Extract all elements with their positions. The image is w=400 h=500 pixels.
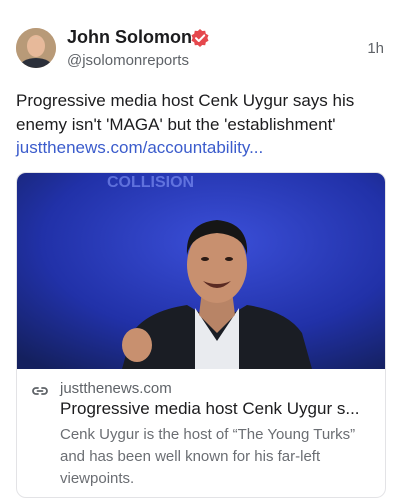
link-preview-card[interactable]: COLLISION justthenews.com Progressive me…: [16, 172, 386, 498]
post-text: Progressive media host Cenk Uygur says h…: [16, 91, 355, 134]
post-timestamp: 1h: [367, 40, 384, 57]
social-post[interactable]: John Solomon @jsolomonreports 1h Progres…: [0, 0, 400, 500]
author-name[interactable]: John Solomon: [67, 27, 192, 48]
card-domain: justthenews.com: [60, 380, 172, 397]
post-link[interactable]: justthenews.com/accountability...: [16, 137, 388, 159]
card-description: Cenk Uygur is the host of “The Young Tur…: [60, 426, 356, 487]
card-title[interactable]: Progressive media host Cenk Uygur s...: [60, 399, 378, 419]
card-image[interactable]: COLLISION: [17, 173, 386, 369]
author-avatar[interactable]: [16, 28, 56, 68]
verified-badge-icon: [191, 29, 209, 47]
image-banner-text: COLLISION: [107, 174, 194, 191]
link-icon: [32, 387, 48, 395]
author-handle[interactable]: @jsolomonreports: [67, 52, 189, 69]
